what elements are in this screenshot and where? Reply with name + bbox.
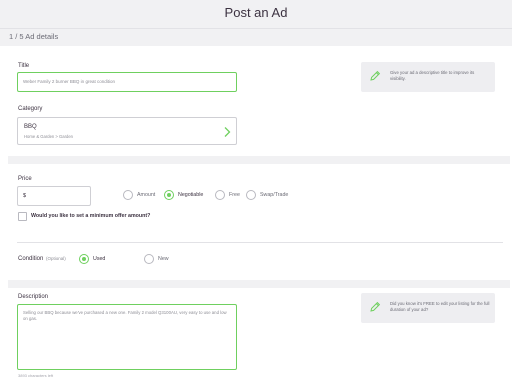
- optional-label: (Optional): [46, 256, 66, 261]
- page-header: Post an Ad: [0, 0, 512, 29]
- radio-circle[interactable]: [144, 254, 154, 264]
- price-condition-panel: [8, 164, 510, 284]
- description-tip: Did you know it's FREE to edit your list…: [361, 293, 495, 323]
- radio-circle[interactable]: [215, 190, 225, 200]
- category-name: BBQ: [24, 124, 37, 130]
- condition-option-new[interactable]: New: [144, 254, 169, 264]
- price-option-swap[interactable]: Swap/Trade: [246, 190, 288, 200]
- category-path: Home & Garden > Garden: [24, 134, 73, 139]
- description-label: Description: [18, 294, 49, 300]
- description-value: Selling our BBQ because we've purchased …: [23, 310, 227, 321]
- title-value: Weber Family 2 burner BBQ in great condi…: [23, 79, 115, 84]
- price-label: Price: [18, 176, 32, 182]
- title-input[interactable]: Weber Family 2 burner BBQ in great condi…: [17, 72, 237, 92]
- radio-circle[interactable]: [79, 254, 89, 264]
- price-option-label: Free: [229, 192, 240, 198]
- price-value: $: [23, 193, 27, 199]
- price-input[interactable]: $: [17, 186, 91, 206]
- condition-option-label: Used: [93, 256, 106, 262]
- price-option-free[interactable]: Free: [215, 190, 240, 200]
- title-tip: Give your ad a descriptive title to impr…: [361, 62, 495, 92]
- pencil-icon: [370, 70, 381, 81]
- radio-circle[interactable]: [123, 190, 133, 200]
- condition-option-label: New: [158, 256, 169, 262]
- category-label: Category: [18, 106, 43, 112]
- condition-label: Condition (Optional): [18, 256, 66, 262]
- section-divider: [8, 280, 510, 288]
- condition-label-text: Condition: [18, 256, 44, 262]
- chevron-right-icon: [224, 127, 231, 137]
- divider-line: [17, 242, 503, 243]
- step-indicator: 1 / 5 Ad details: [9, 32, 59, 41]
- category-selector[interactable]: BBQ Home & Garden > Garden: [17, 117, 237, 145]
- title-tip-text: Give your ad a descriptive title to impr…: [390, 70, 475, 81]
- radio-circle[interactable]: [164, 190, 174, 200]
- price-option-label: Swap/Trade: [260, 192, 289, 198]
- description-textarea[interactable]: Selling our BBQ because we've purchased …: [17, 304, 237, 370]
- condition-option-used[interactable]: Used: [79, 254, 105, 264]
- character-counter: 3893 characters left: [18, 373, 54, 378]
- progress-bar: 1 / 5 Ad details: [0, 29, 512, 46]
- price-option-label: Amount: [137, 192, 156, 198]
- page-title: Post an Ad: [224, 5, 288, 20]
- price-option-label: Negotiable: [178, 192, 204, 198]
- description-tip-text: Did you know it's FREE to edit your list…: [390, 301, 490, 312]
- price-option-amount[interactable]: Amount: [123, 190, 155, 200]
- title-label: Title: [18, 63, 30, 69]
- pencil-icon: [370, 301, 381, 312]
- price-option-negotiable[interactable]: Negotiable: [164, 190, 203, 200]
- min-offer-checkbox[interactable]: [18, 212, 27, 221]
- section-divider: [8, 156, 510, 164]
- min-offer-label: Would you like to set a minimum offer am…: [31, 213, 151, 219]
- radio-circle[interactable]: [246, 190, 256, 200]
